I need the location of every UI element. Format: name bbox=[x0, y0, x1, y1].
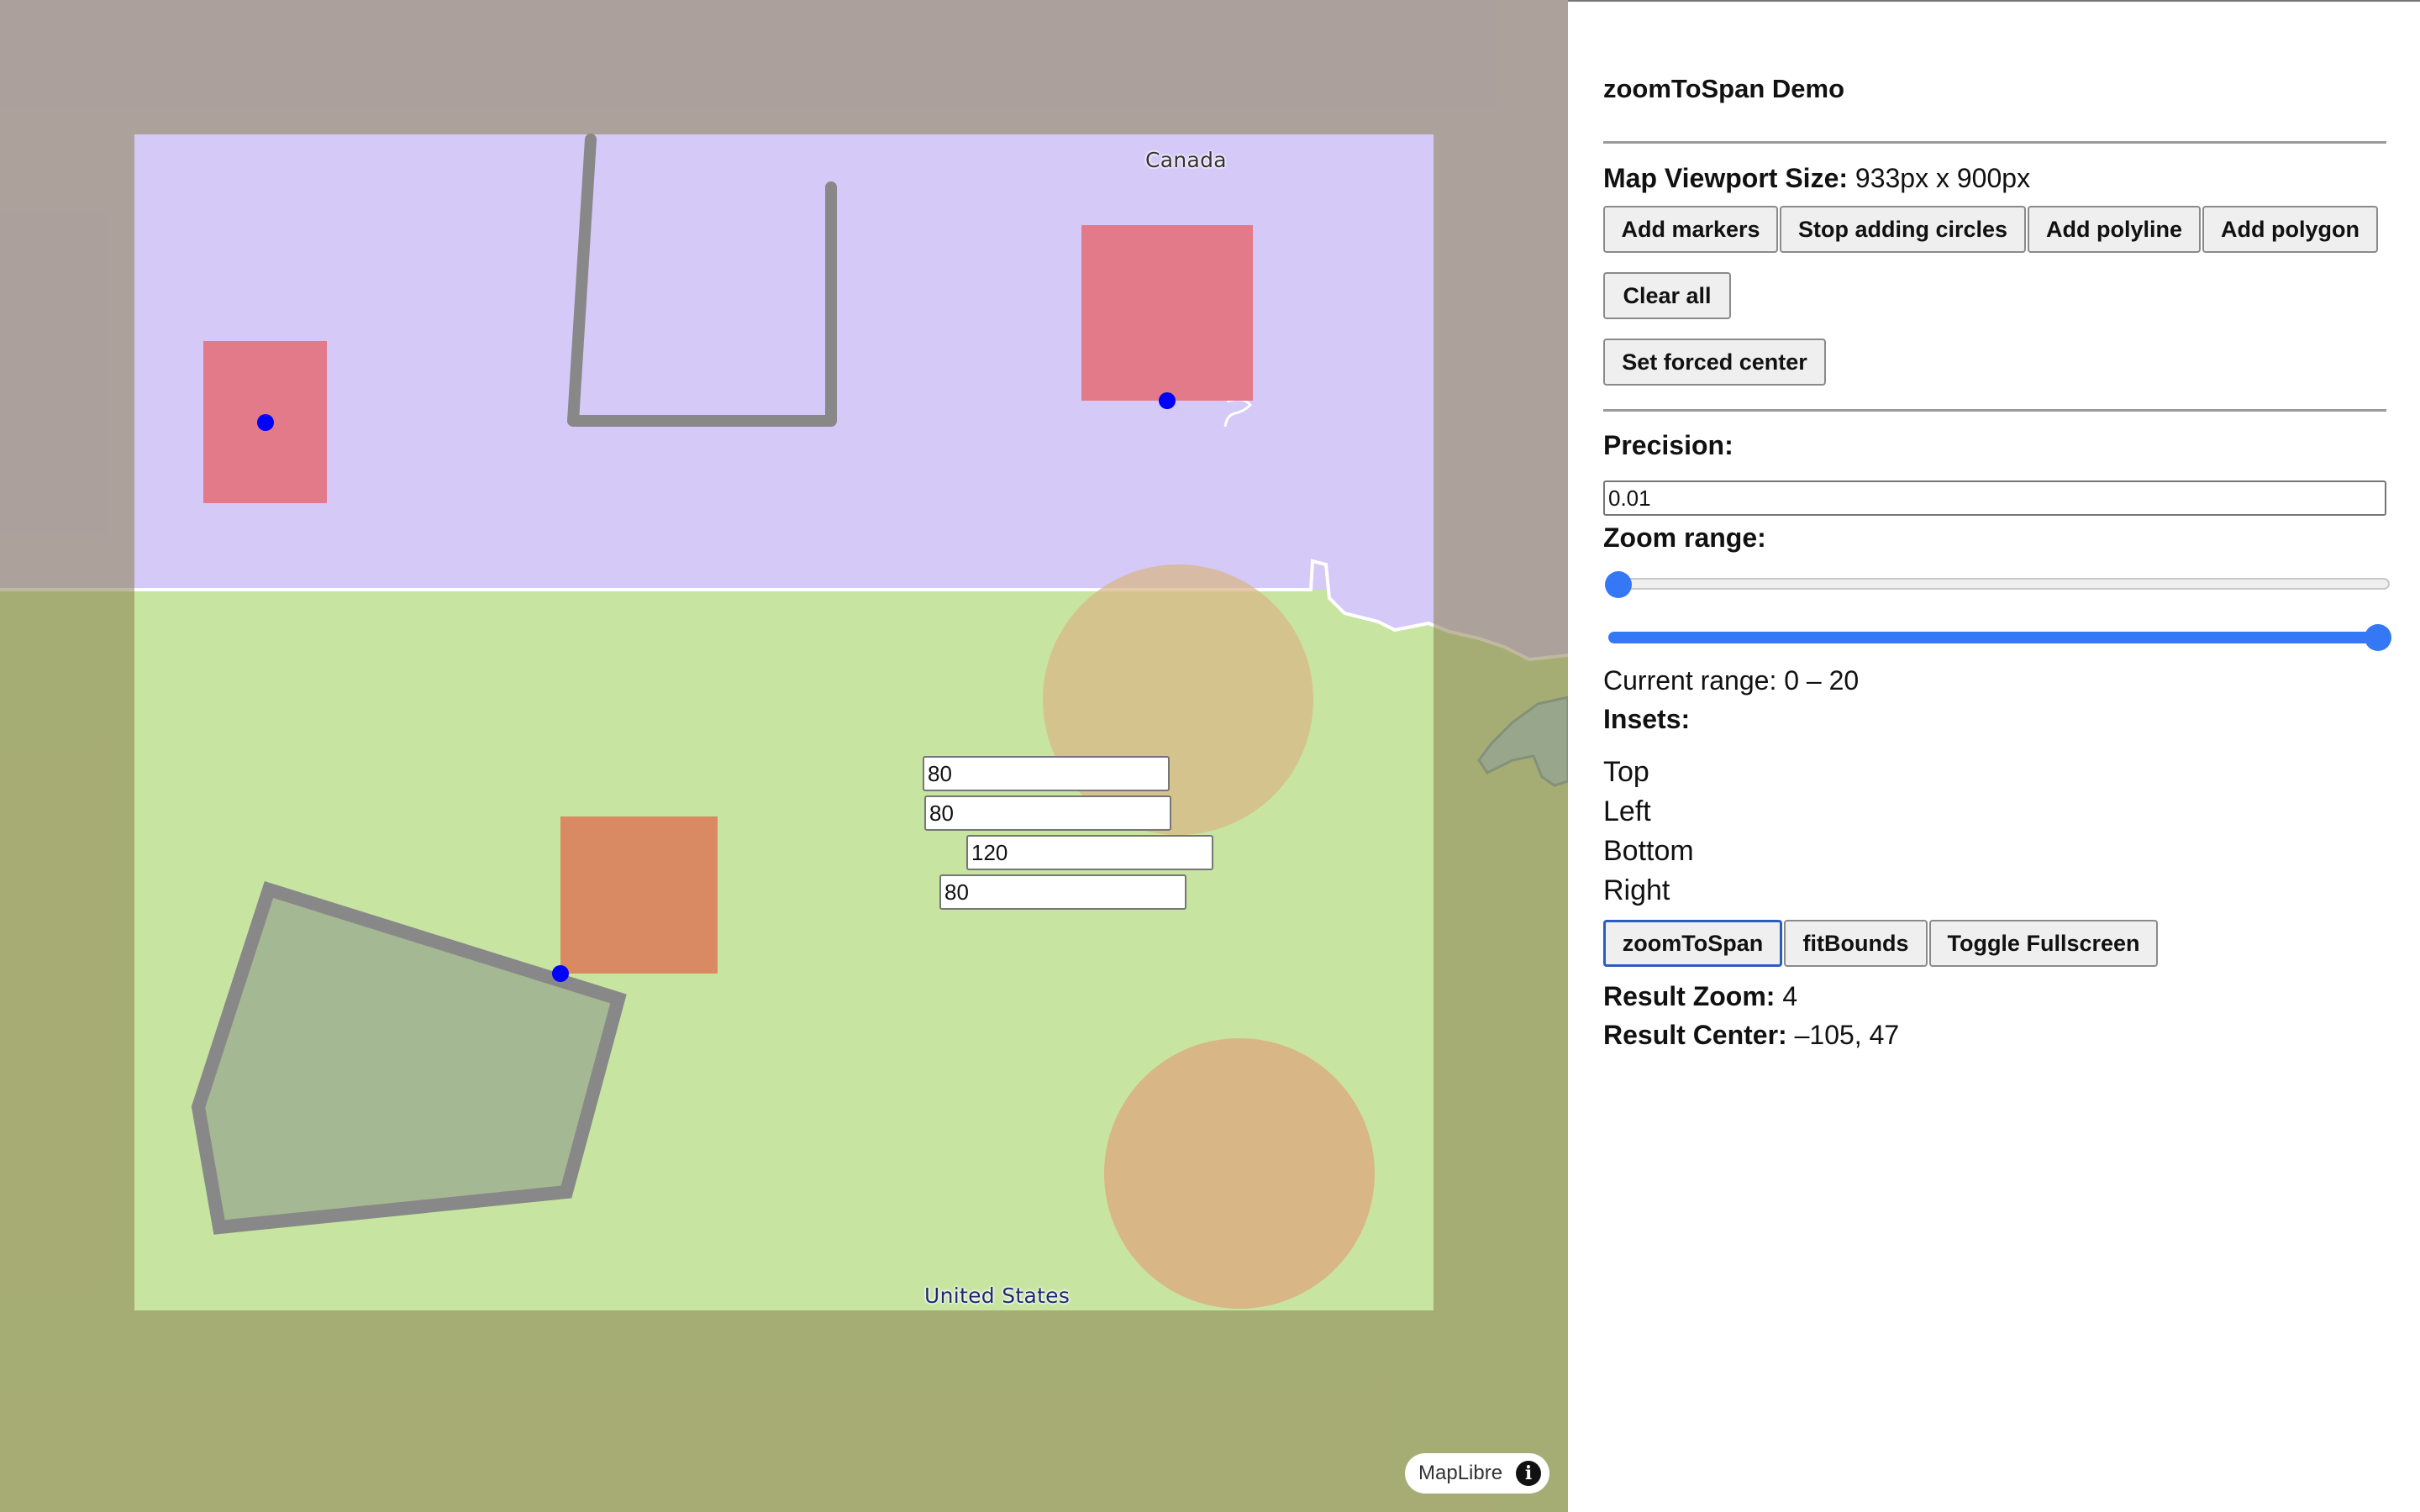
viewport-size-value: 933px x 900px bbox=[1854, 163, 2031, 193]
polygon-shape bbox=[191, 881, 627, 1235]
viewport-size-row: Map Viewport Size: 933px x 900px bbox=[1603, 163, 2030, 194]
attribution-text[interactable]: MapLibre bbox=[1418, 1462, 1502, 1485]
marker-3 bbox=[552, 965, 569, 982]
zoom-range-label: Zoom range: bbox=[1603, 522, 1766, 553]
inset-left-input[interactable] bbox=[924, 795, 1171, 831]
zoom-min-slider-thumb[interactable] bbox=[1605, 571, 1632, 598]
stop-adding-circles-button[interactable]: Stop adding circles bbox=[1780, 206, 2026, 253]
panel-title: zoomToSpan Demo bbox=[1603, 74, 1845, 103]
marker-2 bbox=[1159, 392, 1176, 409]
set-forced-center-button[interactable]: Set forced center bbox=[1603, 339, 1826, 386]
app: Canada United States MapLibre i zoomToSp… bbox=[0, 0, 2420, 1512]
inset-top-overlay bbox=[0, 0, 1568, 134]
inset-right-overlay bbox=[1434, 134, 1568, 1310]
inset-right-input[interactable] bbox=[939, 874, 1186, 910]
rect-shape-3 bbox=[560, 816, 718, 974]
control-panel: zoomToSpan Demo Map Viewport Size: 933px… bbox=[923, 0, 2420, 1512]
add-markers-button[interactable]: Add markers bbox=[1603, 206, 1778, 253]
current-range-text: Current range: 0 – 20 bbox=[1603, 665, 1860, 696]
inset-bottom-overlay bbox=[0, 1310, 1568, 1512]
result-zoom-label: Result Zoom: bbox=[1603, 981, 1776, 1011]
rect-shape-2 bbox=[1081, 225, 1253, 401]
inset-top-label: Top bbox=[1603, 756, 1649, 788]
precision-label: Precision: bbox=[1603, 430, 1733, 460]
attribution-control[interactable]: MapLibre i bbox=[1405, 1453, 1549, 1494]
circle-shape-2 bbox=[1104, 1038, 1375, 1309]
add-polyline-button[interactable]: Add polyline bbox=[2028, 206, 2201, 253]
clear-all-button[interactable]: Clear all bbox=[1603, 272, 1731, 319]
zoom-to-span-button[interactable]: zoomToSpan bbox=[1603, 920, 1782, 967]
result-center-row: Result Center: –105, 47 bbox=[1603, 1020, 1899, 1051]
fit-bounds-button[interactable]: fitBounds bbox=[1784, 920, 1928, 967]
precision-input[interactable] bbox=[1603, 480, 2386, 516]
viewport-size-label: Map Viewport Size: bbox=[1603, 163, 1849, 193]
toggle-fullscreen-button[interactable]: Toggle Fullscreen bbox=[1929, 920, 2158, 967]
result-zoom-value: 4 bbox=[1782, 981, 1798, 1011]
circle-shape-1 bbox=[1043, 564, 1313, 835]
map-canvas[interactable]: Canada United States MapLibre i bbox=[0, 0, 1568, 1512]
map-layers bbox=[0, 0, 1568, 1512]
divider-2 bbox=[1603, 409, 2386, 412]
info-icon[interactable]: i bbox=[1516, 1461, 1541, 1486]
result-center-value: –105, 47 bbox=[1794, 1020, 1900, 1050]
inset-left-overlay bbox=[0, 134, 134, 1310]
inset-top-input[interactable] bbox=[923, 756, 1170, 791]
zoom-min-slider-track[interactable] bbox=[1608, 578, 2390, 590]
result-center-label: Result Center: bbox=[1603, 1020, 1787, 1050]
inset-right-label: Right bbox=[1603, 874, 1670, 906]
inset-bottom-label: Bottom bbox=[1603, 835, 1694, 867]
insets-label: Insets: bbox=[1603, 704, 1691, 734]
country-label-canada: Canada bbox=[1145, 148, 1227, 172]
inset-bottom-input[interactable] bbox=[966, 835, 1213, 870]
add-polygon-button[interactable]: Add polygon bbox=[2202, 206, 2378, 253]
inset-left-label: Left bbox=[1603, 795, 1651, 827]
country-label-united-states: United States bbox=[924, 1284, 1071, 1308]
divider-1 bbox=[1603, 141, 2386, 144]
zoom-max-slider-track[interactable] bbox=[1608, 632, 2390, 643]
zoom-max-slider-thumb[interactable] bbox=[2365, 624, 2391, 651]
result-zoom-row: Result Zoom: 4 bbox=[1603, 981, 1797, 1012]
marker-1 bbox=[257, 414, 274, 431]
